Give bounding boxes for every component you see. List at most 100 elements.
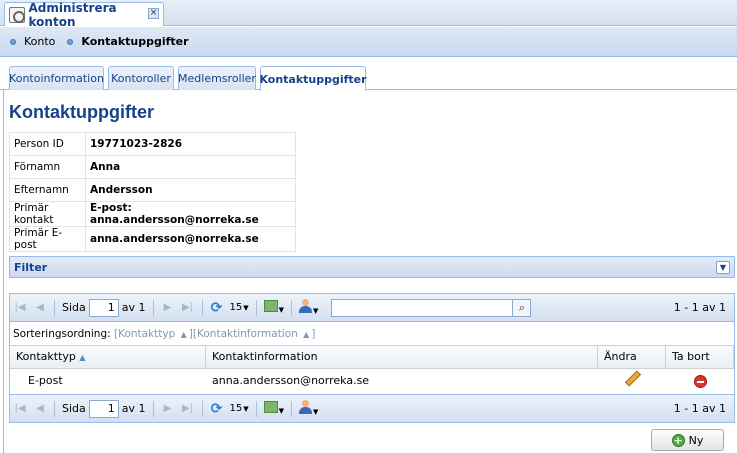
page-size-value: 15 (229, 403, 243, 414)
window-tab[interactable]: Administrera konton × (4, 0, 164, 29)
cell-kontakttyp: E-post (28, 374, 63, 387)
tab-kontoinformation[interactable]: Kontoinformation (9, 66, 104, 90)
cell-kontaktinformation: anna.andersson@norreka.se (212, 374, 370, 387)
tab-medlemsroller[interactable]: Medlemsroller (178, 66, 256, 90)
refresh-icon[interactable]: ⟳ (209, 300, 225, 316)
breadcrumb-konto[interactable]: Konto (24, 35, 55, 48)
caret-down-icon: ▼ (243, 304, 249, 312)
page-label: Sida (62, 402, 86, 415)
separator (201, 400, 203, 417)
separator (152, 299, 154, 316)
sort-asc-icon: ▲ (303, 330, 310, 339)
info-value: Anna (85, 155, 296, 179)
chevron-down-icon[interactable]: ▼ (716, 261, 730, 274)
filter-panel[interactable]: Filter ▼ (9, 256, 735, 278)
breadcrumb: Konto Kontaktuppgifter (0, 27, 737, 57)
info-row: Person ID 19771023-2826 (9, 132, 296, 156)
first-page-icon[interactable]: |◀ (12, 300, 28, 316)
grid-header: Kontakttyp ▲ Kontaktinformation Ändra Ta… (10, 345, 734, 369)
info-value: E-post: anna.andersson@norreka.se (85, 201, 296, 227)
caret-down-icon: ▼ (313, 408, 319, 416)
settings-icon (9, 6, 25, 23)
prev-page-icon[interactable]: ◀ (32, 401, 48, 417)
sort-field-label: Kontakttyp (118, 328, 176, 340)
pencil-icon[interactable] (624, 370, 640, 386)
next-page-icon[interactable]: ▶ (160, 300, 176, 316)
info-value: anna.andersson@norreka.se (85, 226, 296, 252)
separator (54, 299, 55, 316)
user-icon (299, 299, 313, 313)
first-page-icon[interactable]: |◀ (12, 401, 28, 417)
user-icon (299, 400, 313, 414)
info-row: Primär E-post anna.andersson@norreka.se (9, 226, 296, 252)
next-page-icon[interactable]: ▶ (160, 401, 176, 417)
column-header-ta-bort[interactable]: Ta bort (666, 346, 734, 368)
sort-field-2[interactable]: [Kontaktinformation ▲] (193, 328, 316, 340)
separator (255, 299, 257, 316)
contacts-grid: |◀ ◀ Sida 1 av 1 ▶ ▶| ⟳ 15▼ ▼ ▼ ⌕ 1 - 1 … (9, 293, 735, 423)
export-icon (263, 300, 278, 312)
page-size-select[interactable]: 15▼ (230, 302, 249, 313)
info-label: Förnamn (9, 155, 86, 179)
info-label: Efternamn (9, 178, 86, 202)
tab-kontaktuppgifter[interactable]: Kontaktuppgifter (259, 66, 367, 91)
separator (54, 400, 55, 417)
delete-icon[interactable] (694, 375, 707, 388)
info-row: Förnamn Anna (9, 155, 296, 179)
page-title: Kontaktuppgifter (9, 102, 154, 122)
prev-page-icon[interactable]: ◀ (32, 300, 48, 316)
paging-toolbar-bottom: |◀ ◀ Sida 1 av 1 ▶ ▶| ⟳ 15▼ ▼ ▼ 1 - 1 av… (10, 394, 734, 422)
search-icon[interactable]: ⌕ (513, 298, 532, 317)
tab-strip: Kontoinformation Kontoroller Medlemsroll… (0, 62, 737, 91)
info-label: Primär kontakt (9, 201, 86, 227)
page-of-label: av 1 (121, 402, 146, 415)
separator (291, 299, 293, 316)
sort-asc-icon: ▲ (79, 353, 86, 362)
export-button[interactable]: ▼ (263, 401, 285, 416)
sort-field-1[interactable]: [Kontakttyp ▲] (111, 328, 193, 340)
page-input[interactable]: 1 (88, 399, 119, 418)
page-input[interactable]: 1 (88, 298, 119, 317)
info-row: Primär kontakt E-post: anna.andersson@no… (9, 201, 296, 227)
search-input[interactable] (331, 298, 514, 317)
panel-border (3, 90, 4, 453)
separator (152, 400, 154, 417)
new-contact-button[interactable]: + Ny (651, 429, 724, 451)
breadcrumb-current: Kontaktuppgifter (81, 35, 189, 48)
info-row: Efternamn Andersson (9, 178, 296, 202)
sort-field-label: Kontaktinformation (197, 328, 298, 340)
last-page-icon[interactable]: ▶| (180, 401, 196, 417)
page-size-select[interactable]: 15▼ (230, 403, 249, 414)
sort-order-row: Sorteringsordning: [Kontakttyp ▲] [Konta… (10, 323, 734, 345)
caret-down-icon: ▼ (278, 407, 285, 415)
export-button[interactable]: ▼ (263, 300, 285, 315)
column-header-kontaktinformation[interactable]: Kontaktinformation (206, 346, 598, 368)
table-row[interactable]: E-post anna.andersson@norreka.se (10, 370, 734, 392)
close-icon[interactable]: × (148, 8, 159, 19)
bullet-icon (67, 38, 74, 45)
tab-kontoroller[interactable]: Kontoroller (108, 66, 174, 90)
caret-down-icon: ▼ (243, 405, 249, 413)
column-header-andra[interactable]: Ändra (598, 346, 666, 368)
contact-info-table: Person ID 19771023-2826 Förnamn Anna Eft… (9, 132, 296, 252)
separator (255, 400, 257, 417)
user-filter-button[interactable]: ▼ (299, 299, 318, 316)
info-value: 19771023-2826 (85, 132, 296, 156)
column-label: Kontakttyp (16, 350, 76, 363)
add-icon: + (671, 433, 685, 447)
info-label: Person ID (9, 132, 86, 156)
sort-order-label: Sorteringsordning: (13, 328, 111, 340)
record-count: 1 - 1 av 1 (673, 301, 726, 314)
window-tab-bar: Administrera konton × (0, 0, 737, 29)
last-page-icon[interactable]: ▶| (180, 300, 196, 316)
page-of-label: av 1 (121, 301, 146, 314)
record-count: 1 - 1 av 1 (673, 402, 726, 415)
caret-down-icon: ▼ (313, 307, 319, 315)
export-icon (263, 401, 278, 413)
user-filter-button[interactable]: ▼ (299, 400, 318, 417)
caret-down-icon: ▼ (278, 306, 285, 314)
refresh-icon[interactable]: ⟳ (209, 401, 225, 417)
window-tab-title: Administrera konton (28, 0, 117, 29)
sort-asc-icon: ▲ (180, 330, 187, 339)
column-header-kontakttyp[interactable]: Kontakttyp ▲ (10, 346, 206, 368)
